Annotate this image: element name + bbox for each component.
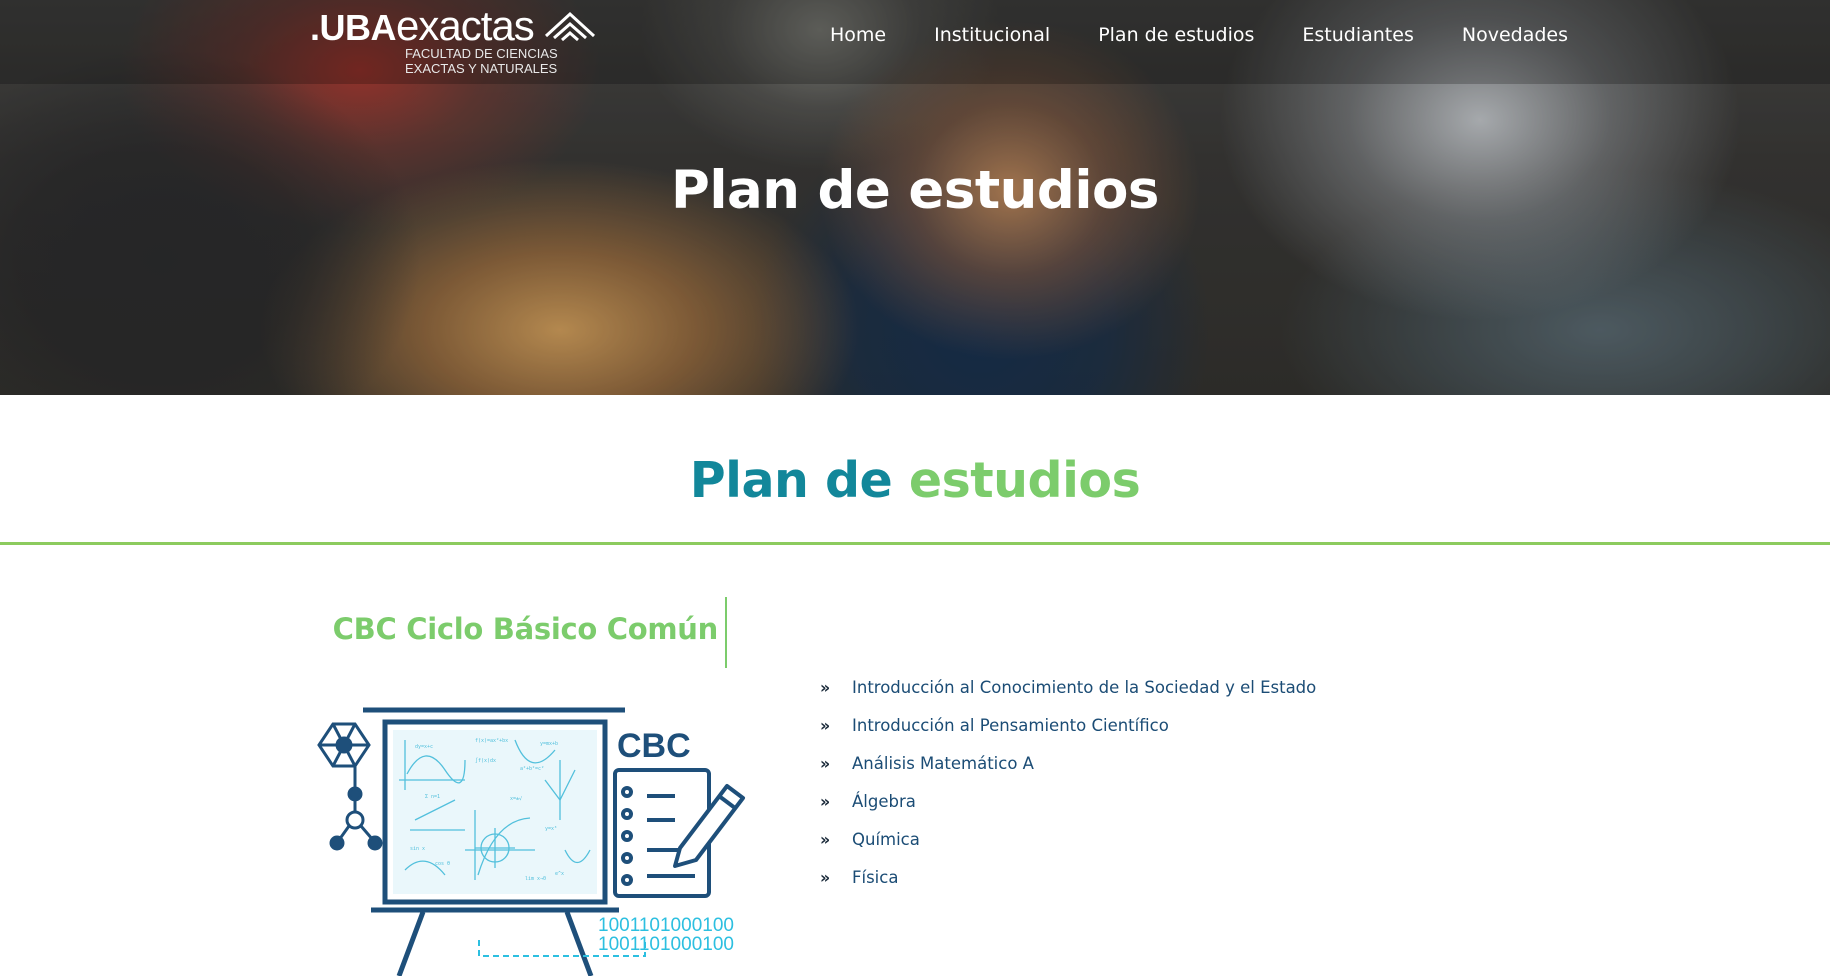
- subject-name: Análisis Matemático A: [852, 753, 1034, 773]
- double-chevron-right-icon: ››: [820, 715, 830, 735]
- subject-name: Física: [852, 867, 899, 887]
- binary-line-2: 1001101000100: [598, 934, 734, 955]
- uba-exactas-logo[interactable]: .UBAexactas FACULTAD DE CIENCIAS EXACTAS…: [310, 2, 610, 80]
- svg-text:y=x³: y=x³: [545, 826, 557, 832]
- logo-wordmark: .UBAexactas: [310, 2, 535, 50]
- list-item: ›› Química: [820, 820, 1316, 858]
- logo-subtitle: FACULTAD DE CIENCIAS EXACTAS Y NATURALES: [405, 46, 558, 76]
- logo-uba: .UBA: [310, 7, 397, 48]
- section-title-part1: Plan de: [689, 452, 893, 509]
- hero-title: Plan de estudios: [671, 160, 1159, 221]
- list-item: ›› Introducción al Conocimiento de la Soc…: [820, 668, 1316, 706]
- whiteboard-icon: dy=x+c f(x)=ax²+bx y=mx+b ∫f(x)dx a²+b²=c² Σ…: [363, 707, 625, 976]
- svg-text:lim x→0: lim x→0: [525, 876, 546, 882]
- subjects-list: ›› Introducción al Conocimiento de la Soc…: [820, 668, 1316, 896]
- svg-text:x=±√: x=±√: [510, 796, 522, 802]
- cbc-heading: CBC Ciclo Básico Común: [332, 612, 719, 646]
- double-chevron-right-icon: ››: [820, 791, 830, 811]
- svg-text:Σ n=1: Σ n=1: [425, 794, 440, 800]
- svg-text:dy=x+c: dy=x+c: [415, 744, 433, 750]
- section-title-part2: estudios: [908, 452, 1141, 509]
- binary-line-1: 1001101000100: [598, 915, 734, 936]
- menu-home[interactable]: Home: [830, 24, 886, 46]
- molecule-icon: [317, 722, 383, 851]
- svg-text:∫f(x)dx: ∫f(x)dx: [475, 757, 496, 764]
- double-chevron-right-icon: ››: [820, 753, 830, 773]
- svg-text:sin x: sin x: [410, 846, 425, 852]
- main-menu: Home Institucional Plan de estudios Estu…: [830, 24, 1616, 46]
- menu-estudiantes[interactable]: Estudiantes: [1302, 24, 1413, 46]
- hero-banner: .UBAexactas FACULTAD DE CIENCIAS EXACTAS…: [0, 0, 1830, 395]
- double-chevron-right-icon: ››: [820, 829, 830, 849]
- cbc-heading-rule: [725, 597, 727, 668]
- roof-icon: [544, 11, 596, 42]
- cbc-illustration: dy=x+c f(x)=ax²+bx y=mx+b ∫f(x)dx a²+b²=c² Σ…: [317, 707, 745, 976]
- svg-text:y=mx+b: y=mx+b: [540, 741, 558, 747]
- list-item: ›› Introducción al Pensamiento Científico: [820, 706, 1316, 744]
- svg-text:e^x: e^x: [555, 871, 564, 877]
- subject-name: Introducción al Conocimiento de la Socie…: [852, 677, 1317, 697]
- logo-exactas: exactas: [396, 2, 535, 49]
- svg-text:a²+b²=c²: a²+b²=c²: [520, 766, 544, 772]
- double-chevron-right-icon: ››: [820, 677, 830, 697]
- svg-text:cos θ: cos θ: [435, 861, 450, 867]
- subject-name: Química: [852, 829, 920, 849]
- illustration-label: CBC: [617, 727, 691, 765]
- list-item: ›› Análisis Matemático A: [820, 744, 1316, 782]
- menu-plan-de-estudios[interactable]: Plan de estudios: [1098, 24, 1254, 46]
- subject-name: Álgebra: [852, 791, 916, 811]
- menu-institucional[interactable]: Institucional: [934, 24, 1050, 46]
- section-divider: [0, 542, 1830, 545]
- svg-text:f(x)=ax²+bx: f(x)=ax²+bx: [475, 738, 508, 744]
- double-chevron-right-icon: ››: [820, 867, 830, 887]
- subject-name: Introducción al Pensamiento Científico: [852, 715, 1169, 735]
- list-item: ›› Álgebra: [820, 782, 1316, 820]
- list-item: ›› Física: [820, 858, 1316, 896]
- section-title: Plan de estudios: [0, 452, 1830, 509]
- menu-novedades[interactable]: Novedades: [1462, 24, 1568, 46]
